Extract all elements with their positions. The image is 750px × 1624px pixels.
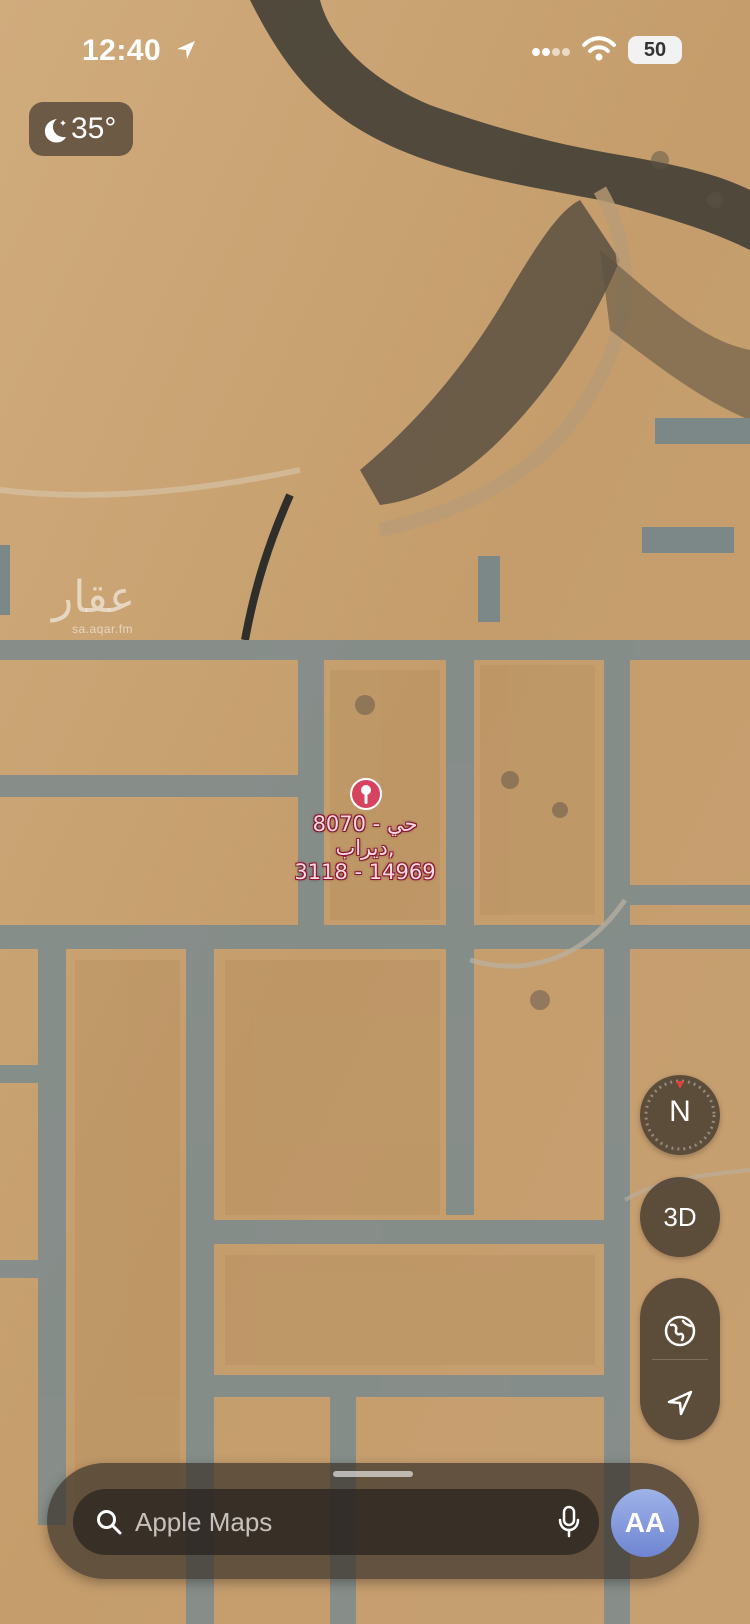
controls-divider bbox=[652, 1359, 708, 1360]
status-bar: 12:40 50 bbox=[0, 0, 750, 100]
account-avatar[interactable]: AA bbox=[611, 1489, 679, 1557]
battery-indicator: 50 bbox=[628, 36, 682, 64]
cellular-signal-icon bbox=[532, 48, 570, 56]
wifi-icon bbox=[582, 36, 616, 61]
map-screen: 12:40 50 35° عقار sa.aqar.fm 8070 - حي د… bbox=[0, 0, 750, 1624]
aqar-watermark: عقار sa.aqar.fm bbox=[52, 572, 162, 648]
moon-stars-icon bbox=[44, 119, 66, 143]
view-3d-button[interactable]: 3D bbox=[640, 1177, 720, 1257]
compass-button[interactable]: N bbox=[640, 1075, 720, 1155]
weather-chip[interactable]: 35° bbox=[29, 102, 133, 156]
search-placeholder[interactable]: Apple Maps bbox=[135, 1507, 272, 1538]
compass-label: N bbox=[669, 1095, 691, 1128]
pin-label-line: ديراب, bbox=[335, 836, 395, 860]
microphone-icon[interactable] bbox=[557, 1505, 581, 1539]
status-time: 12:40 bbox=[82, 34, 162, 67]
globe-icon[interactable] bbox=[663, 1314, 697, 1348]
map-pin-icon[interactable] bbox=[349, 777, 383, 811]
location-arrow-icon[interactable] bbox=[665, 1388, 695, 1418]
pin-label-line: 8070 - حي bbox=[312, 812, 418, 836]
pin-address-label[interactable]: 8070 - حي ديراب, 3118 - 14969 bbox=[280, 812, 450, 884]
watermark-logo: عقار bbox=[52, 572, 136, 623]
search-sheet[interactable]: Apple Maps AA bbox=[47, 1463, 699, 1579]
map-controls-stack bbox=[640, 1278, 720, 1440]
search-icon bbox=[97, 1510, 122, 1535]
location-services-icon bbox=[177, 41, 195, 59]
watermark-site: sa.aqar.fm bbox=[72, 622, 134, 636]
search-field[interactable]: Apple Maps bbox=[73, 1489, 599, 1555]
pin-label-line: 3118 - 14969 bbox=[294, 860, 436, 884]
sheet-grabber[interactable] bbox=[333, 1471, 413, 1477]
temperature: 35° bbox=[71, 112, 117, 145]
